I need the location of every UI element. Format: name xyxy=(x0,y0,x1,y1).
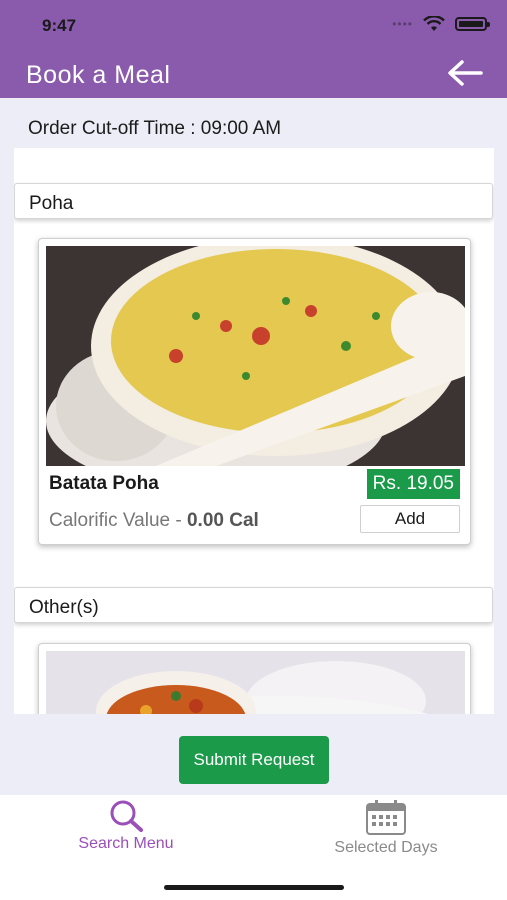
menu-item-card[interactable] xyxy=(38,643,471,714)
content-area: Order Cut-off Time : 09:00 AM Poha Batat… xyxy=(0,98,507,795)
tab-label: Search Menu xyxy=(78,835,174,852)
tab-search-menu[interactable]: Search Menu xyxy=(26,795,226,865)
battery-icon xyxy=(455,17,490,31)
app-header: 9:47 •••• Book a Meal xyxy=(0,0,507,98)
calorific-value: 0.00 Cal xyxy=(186,510,259,531)
food-image-poha xyxy=(46,246,465,466)
calorific-label: Calorific Value - xyxy=(49,510,187,531)
add-button[interactable]: Add xyxy=(360,505,460,533)
tab-bar: Search Menu Selected Days xyxy=(0,795,507,900)
back-arrow-icon[interactable] xyxy=(445,58,485,88)
search-icon xyxy=(110,800,143,832)
menu-list[interactable]: Poha Batata Poha Rs. 19.05 Calorific Val… xyxy=(14,148,494,714)
section-header-poha[interactable]: Poha xyxy=(14,183,493,219)
status-time: 9:47 xyxy=(42,16,77,35)
item-price: Rs. 19.05 xyxy=(366,469,460,499)
wifi-icon xyxy=(423,16,445,31)
food-image-other xyxy=(46,651,465,714)
calendar-icon xyxy=(366,800,406,835)
section-title: Poha xyxy=(29,193,74,214)
status-icons: •••• xyxy=(392,16,490,32)
submit-request-button[interactable]: Submit Request xyxy=(179,736,329,784)
home-indicator xyxy=(164,885,344,890)
menu-item-card[interactable]: Batata Poha Rs. 19.05 Calorific Value - … xyxy=(38,238,471,545)
order-cutoff-time: Order Cut-off Time : 09:00 AM xyxy=(28,118,282,139)
signal-icon: •••• xyxy=(392,17,413,31)
tab-selected-days[interactable]: Selected Days xyxy=(286,795,486,865)
section-title: Other(s) xyxy=(29,597,99,618)
section-header-others[interactable]: Other(s) xyxy=(14,587,493,623)
tab-label: Selected Days xyxy=(334,839,438,856)
page-title: Book a Meal xyxy=(26,61,171,89)
item-name: Batata Poha xyxy=(49,473,159,494)
item-calories: Calorific Value - 0.00 Cal xyxy=(49,510,259,532)
